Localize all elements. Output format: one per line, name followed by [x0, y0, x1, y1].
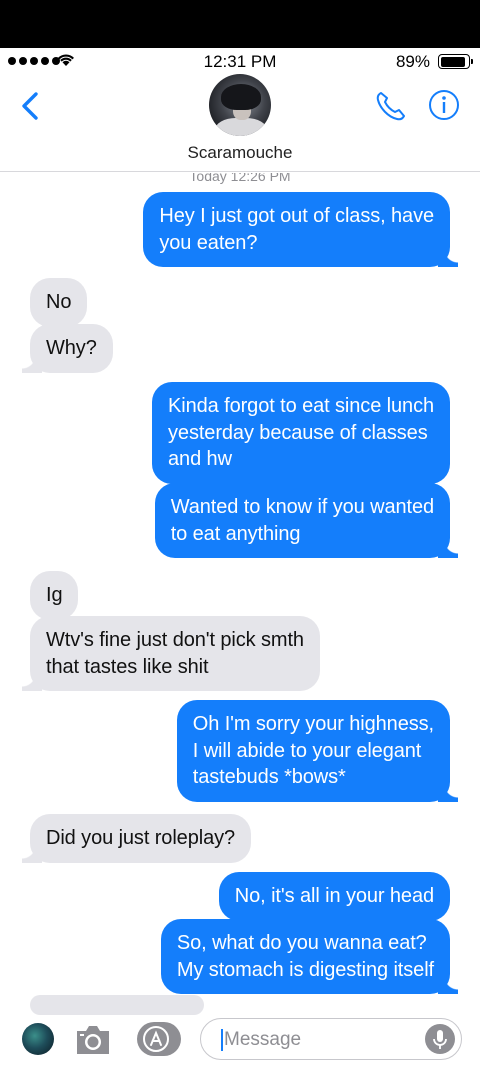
outgoing-message[interactable]: No, it's all in your head: [218, 872, 450, 921]
incoming-message[interactable]: Did you just roleplay?: [21, 814, 252, 863]
avatar[interactable]: [209, 74, 271, 136]
outgoing-message[interactable]: So, what do you wanna eat? My stomach is…: [160, 919, 459, 994]
outgoing-message[interactable]: Hey I just got out of class, have you ea…: [143, 192, 458, 267]
partially-visible-message: [30, 995, 204, 1015]
app-store-icon[interactable]: [137, 1022, 181, 1056]
message-text: So, what do you wanna eat? My stomach is…: [176, 932, 434, 981]
message-text: Why?: [46, 337, 97, 359]
message-placeholder: Message: [224, 1029, 302, 1050]
contact-name[interactable]: Scaramouche: [0, 143, 480, 163]
message-thread: Today 12:26 PM Hey I just got out of cla…: [0, 173, 480, 1013]
message-text: No, it's all in your head: [234, 885, 434, 907]
chevron-left-icon[interactable]: [16, 88, 46, 124]
battery-icon: [438, 54, 473, 69]
phone-icon[interactable]: [373, 88, 409, 124]
message-text: Kinda forgot to eat since lunch yesterda…: [168, 395, 434, 470]
text-caret: [221, 1029, 223, 1051]
outgoing-message[interactable]: Wanted to know if you wanted to eat anyt…: [154, 483, 459, 558]
memoji-app-icon[interactable]: [22, 1023, 54, 1055]
message-text: No: [46, 291, 72, 313]
outgoing-message[interactable]: Oh I'm sorry your highness, I will abide…: [176, 700, 459, 802]
message-text: Wtv's fine just don't pick smth that tas…: [46, 629, 304, 678]
status-bar: 12:31 PM 89%: [0, 48, 480, 76]
message-input[interactable]: Message: [200, 1018, 462, 1060]
message-text: Oh I'm sorry your highness, I will abide…: [192, 713, 434, 788]
message-timestamp: Today 12:26 PM: [189, 173, 291, 184]
info-icon[interactable]: [428, 89, 460, 121]
message-text: Hey I just got out of class, have you ea…: [159, 205, 434, 254]
message-input-bar: Message: [0, 995, 480, 1067]
incoming-message[interactable]: No: [30, 278, 88, 327]
incoming-message[interactable]: Why?: [22, 324, 113, 373]
message-text: Wanted to know if you wanted to eat anyt…: [170, 496, 434, 545]
message-text: Ig: [46, 584, 63, 606]
messages-screen: 12:31 PM 89% Scaramouche Today 12:26 PM …: [0, 48, 480, 1067]
incoming-message[interactable]: Wtv's fine just don't pick smth that tas…: [22, 616, 320, 691]
top-black-bar: [0, 0, 480, 48]
microphone-icon[interactable]: [425, 1024, 455, 1054]
camera-icon[interactable]: [74, 1021, 112, 1057]
conversation-header: Scaramouche: [0, 74, 480, 172]
outgoing-message[interactable]: Kinda forgot to eat since lunch yesterda…: [152, 382, 450, 484]
battery-percentage: 89%: [395, 52, 430, 71]
message-text: Did you just roleplay?: [46, 827, 236, 849]
incoming-message[interactable]: Ig: [30, 571, 79, 620]
